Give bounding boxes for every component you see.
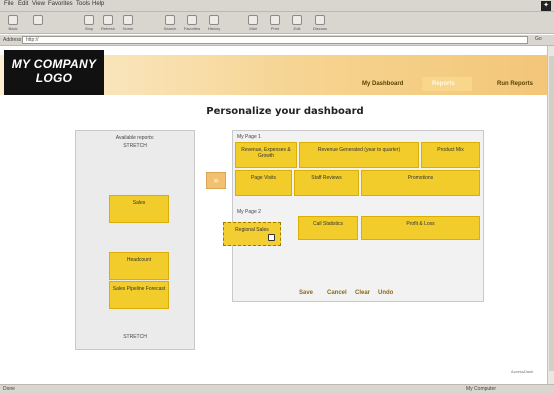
vertical-scrollbar[interactable] xyxy=(547,46,554,384)
slot-page1-r1-c2[interactable]: Revenue Generated (year to quarter) xyxy=(299,142,419,168)
discuss-label: Discuss xyxy=(312,26,327,31)
mail-button[interactable]: Mail xyxy=(242,14,264,33)
report-label: Headcount xyxy=(126,257,152,263)
slot-label: Revenue, Expenses & Growth xyxy=(241,147,291,159)
scrollbar-thumb[interactable] xyxy=(549,56,554,371)
menu-edit[interactable]: Edit xyxy=(18,1,28,7)
refresh-icon xyxy=(103,15,113,25)
forward-icon xyxy=(33,15,43,25)
company-logo: MY COMPANY LOGO xyxy=(4,50,104,95)
page-1-label: My Page 1 xyxy=(237,134,261,140)
save-button[interactable]: Save xyxy=(299,290,313,296)
address-label: Address xyxy=(3,37,22,43)
mail-label: Mail xyxy=(249,26,257,31)
edit-label: Edit xyxy=(293,26,301,31)
print-label: Print xyxy=(270,26,280,31)
slot-page1-r2-c3[interactable]: Promotions xyxy=(361,170,480,196)
windows-logo-icon: ✦ xyxy=(541,1,551,11)
clear-button[interactable]: Clear xyxy=(355,290,370,296)
refresh-button[interactable]: Refresh xyxy=(97,14,119,33)
browser-menubar: File Edit View Favorites Tools Help ✦ xyxy=(0,0,554,12)
history-label: History xyxy=(207,26,221,31)
slot-page1-r2-c2[interactable]: Staff Reviews xyxy=(294,170,359,196)
slot-label: Promotions xyxy=(407,175,434,181)
discuss-icon xyxy=(315,15,325,25)
address-input[interactable]: http:// xyxy=(22,36,528,44)
menu-tools[interactable]: Tools xyxy=(76,1,90,7)
home-icon xyxy=(123,15,133,25)
slot-page2-c3[interactable]: Profit & Loss xyxy=(361,216,480,240)
nav-my-dashboard[interactable]: My Dashboard xyxy=(362,81,403,87)
available-report-headcount[interactable]: Headcount xyxy=(109,252,169,280)
slot-label: Product Mix xyxy=(437,147,464,153)
slot-label: Regional Sales xyxy=(235,227,269,233)
nav-run-reports[interactable]: Run Reports xyxy=(497,81,533,87)
history-button[interactable]: History xyxy=(203,14,225,33)
page-2-label: My Page 2 xyxy=(237,209,261,215)
available-footer: STRETCH xyxy=(123,334,147,340)
menu-help[interactable]: Help xyxy=(92,1,104,7)
slot-label: Profit & Loss xyxy=(406,221,435,227)
logo-line-1: MY COMPANY xyxy=(11,57,97,71)
back-icon xyxy=(8,15,18,25)
address-bar: Address http:// Go xyxy=(0,35,554,46)
slot-label: Revenue Generated (year to quarter) xyxy=(317,147,401,153)
menu-view[interactable]: View xyxy=(32,1,45,7)
available-heading: Available reports: xyxy=(115,135,155,141)
favorites-icon xyxy=(187,15,197,25)
menu-favorites[interactable]: Favorites xyxy=(48,1,73,7)
move-right-button[interactable]: » xyxy=(206,172,226,189)
refresh-label: Refresh xyxy=(100,26,115,31)
history-icon xyxy=(209,15,219,25)
slot-label: Call Statistics xyxy=(312,221,343,227)
logo-line-2: LOGO xyxy=(35,71,73,85)
forward-button[interactable] xyxy=(27,14,49,33)
favorites-label: Favorites xyxy=(183,26,201,31)
slot-page1-r2-c1[interactable]: Page Visits xyxy=(235,170,292,196)
edit-icon xyxy=(292,15,302,25)
watermark: AccessDash xyxy=(511,369,534,374)
print-button[interactable]: Print xyxy=(264,14,286,33)
back-button[interactable]: Back xyxy=(2,14,24,33)
available-reports-panel: Available reports: STRETCH Sales Headcou… xyxy=(75,130,195,350)
undo-button[interactable]: Undo xyxy=(378,290,393,296)
status-text: Done xyxy=(3,386,15,392)
favorites-button[interactable]: Favorites xyxy=(181,14,203,33)
home-label: Home xyxy=(122,26,134,31)
slot-page1-r1-c1[interactable]: Revenue, Expenses & Growth xyxy=(235,142,297,168)
back-label: Back xyxy=(8,26,18,31)
available-report-pipeline[interactable]: Sales Pipeline Forecast xyxy=(109,281,169,309)
status-zone: My Computer xyxy=(466,386,497,392)
search-button[interactable]: Search xyxy=(159,14,181,33)
menu-file[interactable]: File xyxy=(4,1,14,7)
slot-page2-c2[interactable]: Call Statistics xyxy=(298,216,358,240)
edit-button[interactable]: Edit xyxy=(286,14,308,33)
slot-label: Page Visits xyxy=(251,175,276,181)
slot-page1-r1-c3[interactable]: Product Mix xyxy=(421,142,480,168)
print-icon xyxy=(270,15,280,25)
slot-label: Staff Reviews xyxy=(311,175,342,181)
cancel-button[interactable]: Cancel xyxy=(327,290,347,296)
status-bar: Done My Computer xyxy=(0,384,554,393)
available-report-sales[interactable]: Sales xyxy=(109,195,169,223)
page-title: Personalize your dashboard xyxy=(206,106,364,117)
search-icon xyxy=(165,15,175,25)
browser-toolbar: Back Stop Refresh Home Search Favorites … xyxy=(0,12,554,34)
nav-reports[interactable]: Reports xyxy=(432,81,455,87)
report-label: Sales Pipeline Forecast xyxy=(112,286,166,292)
stop-icon xyxy=(84,15,94,25)
drag-cursor-icon xyxy=(268,234,275,241)
mail-icon xyxy=(248,15,258,25)
discuss-button[interactable]: Discuss xyxy=(309,14,331,33)
report-label: Sales xyxy=(132,200,146,206)
search-label: Search xyxy=(163,26,177,31)
available-subheading: STRETCH xyxy=(123,143,147,149)
home-button[interactable]: Home xyxy=(117,14,139,33)
go-button[interactable]: Go xyxy=(535,36,551,44)
